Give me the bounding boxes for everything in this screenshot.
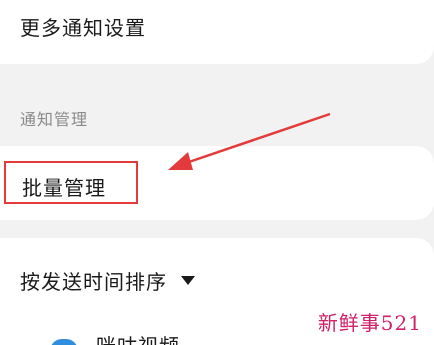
more-notification-settings-row[interactable]: 更多通知设置 — [0, 0, 434, 64]
batch-management-card: 批量管理 — [0, 146, 434, 220]
app-name-label[interactable]: 咪咕视频 — [96, 330, 180, 345]
chevron-down-icon — [181, 276, 195, 285]
more-notification-settings-label: 更多通知设置 — [20, 16, 146, 40]
watermark-text: 新鲜事521 — [317, 311, 422, 335]
batch-management-label: 批量管理 — [22, 176, 106, 200]
batch-management-button[interactable]: 批量管理 — [4, 161, 138, 204]
section-title-notification-management: 通知管理 — [20, 110, 89, 129]
sort-label: 按发送时间排序 — [20, 270, 167, 294]
sort-by-send-time-dropdown[interactable]: 按发送时间排序 — [20, 266, 195, 295]
app-icon — [50, 339, 78, 345]
